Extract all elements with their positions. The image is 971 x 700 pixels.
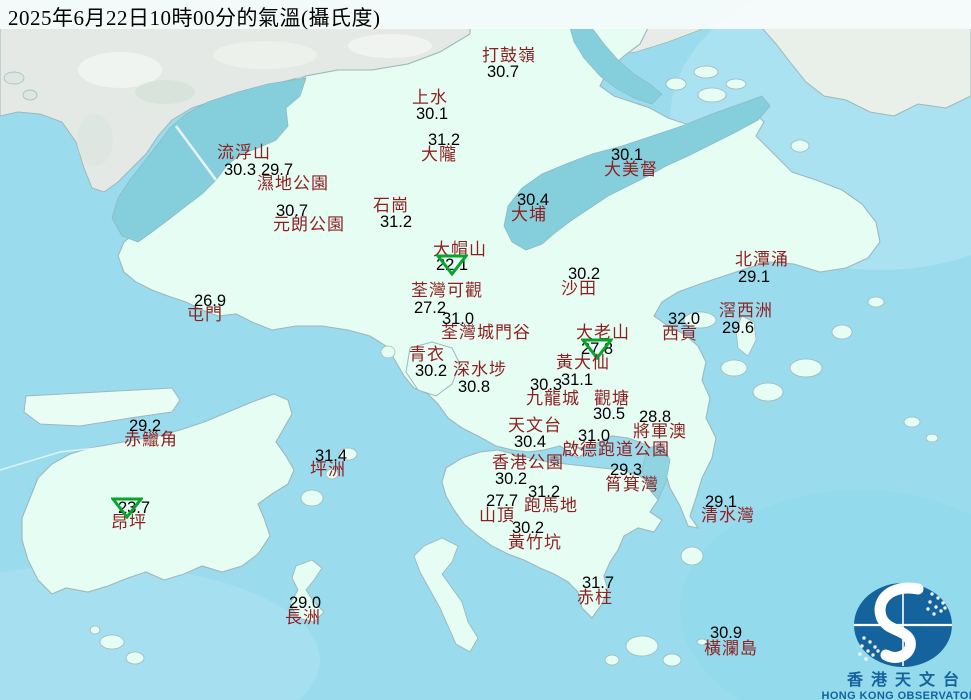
map-title: 2025年6月22日10時00分的氣溫(攝氏度) xyxy=(0,0,971,30)
station-temperature: 31.0 xyxy=(441,310,475,328)
station-temperature: 28.8 xyxy=(638,408,672,426)
station-temperature: 31.2 xyxy=(527,483,561,501)
hko-logo: 香港天文台 HONG KONG OBSERVATORY xyxy=(803,578,971,700)
hko-logo-icon xyxy=(854,582,952,667)
station-temperature: 30.3 xyxy=(529,376,563,394)
station-temperature: 30.2 xyxy=(494,470,528,488)
station-temperature: 30.7 xyxy=(275,202,309,220)
station-temperature: 30.1 xyxy=(415,105,449,123)
green-triangle-marker-icon xyxy=(436,254,468,276)
station-name: 深水埗 xyxy=(453,360,507,379)
green-triangle-marker-icon xyxy=(111,497,143,519)
map-title-text: 2025年6月22日10時00分的氣溫(攝氏度) xyxy=(8,6,381,30)
hko-logo-english-name: HONG KONG OBSERVATORY xyxy=(821,689,971,700)
station-temperature: 27.7 xyxy=(485,492,519,510)
station-temperature: 31.2 xyxy=(427,131,461,149)
station-temperature: 32.0 xyxy=(667,310,701,328)
station-temperature: 31.1 xyxy=(560,371,594,389)
station-name: 荃灣可觀 xyxy=(411,281,483,300)
station-temperature: 29.1 xyxy=(737,268,771,286)
station-temperature: 30.7 xyxy=(486,63,520,81)
temperature-map-page: 2025年6月22日10時00分的氣溫(攝氏度) 打鼓嶺 30.7 上水 30.… xyxy=(0,0,971,700)
station-temperature: 31.0 xyxy=(577,427,611,445)
station-temperature: 31.7 xyxy=(581,574,615,592)
station-name: 滘西洲 xyxy=(719,301,773,320)
station-temperature: 30.2 xyxy=(567,265,601,283)
station-temperature: 31.2 xyxy=(379,213,413,231)
station-temperature: 29.7 xyxy=(260,161,294,179)
station-temperature: 30.3 xyxy=(223,161,257,179)
station-temperature: 30.1 xyxy=(610,146,644,164)
station-name: 流浮山 xyxy=(217,143,271,162)
station-temperature: 30.4 xyxy=(513,433,547,451)
station-temperature: 30.8 xyxy=(457,378,491,396)
station-temperature: 29.1 xyxy=(704,493,738,511)
station-name: 黃大仙 xyxy=(556,353,610,372)
station-temperature: 31.4 xyxy=(314,447,348,465)
hko-logo-chinese-name: 香港天文台 xyxy=(846,672,967,689)
station-temperature: 26.9 xyxy=(193,292,227,310)
station-temperature: 30.9 xyxy=(709,624,743,642)
station-temperature: 30.2 xyxy=(511,519,545,537)
station-temperature: 29.3 xyxy=(609,461,643,479)
station-temperature: 30.4 xyxy=(516,191,550,209)
station-temperature: 29.2 xyxy=(128,417,162,435)
station-temperature: 29.6 xyxy=(721,319,755,337)
station-name: 北潭涌 xyxy=(735,250,789,269)
station-temperature: 30.5 xyxy=(592,405,626,423)
station-name: 橫瀾島 xyxy=(704,639,758,658)
station-temperature: 30.2 xyxy=(414,362,448,380)
station-temperature: 29.0 xyxy=(288,594,322,612)
